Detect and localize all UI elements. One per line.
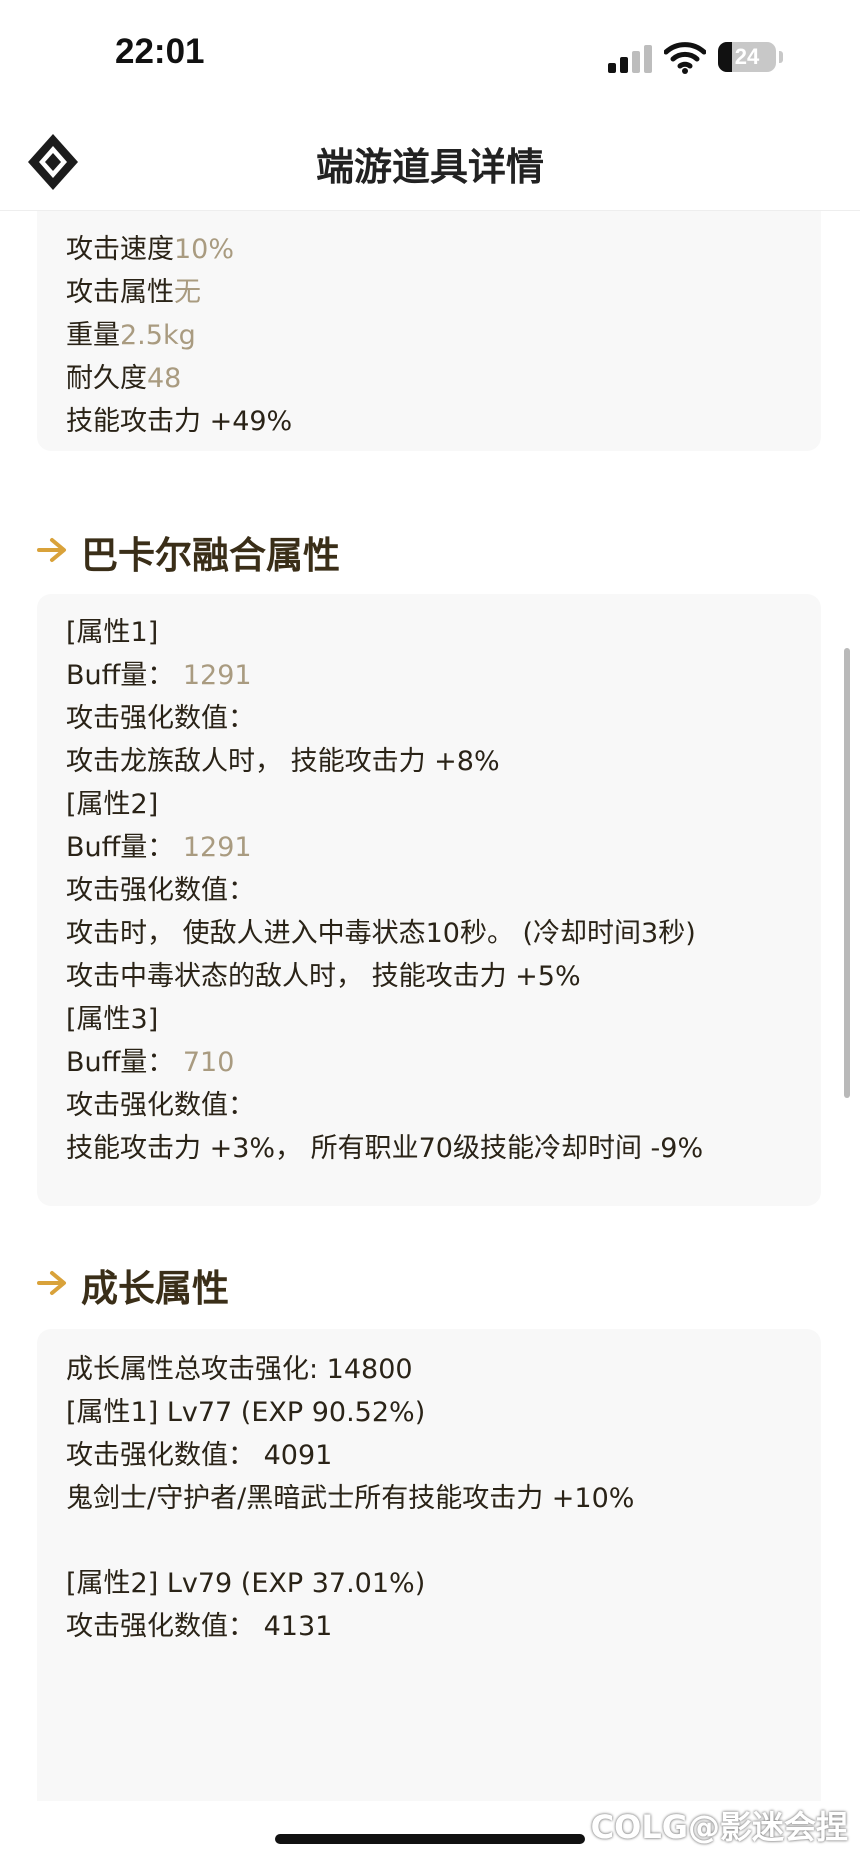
arrow-right-icon xyxy=(37,538,66,562)
status-bar: 22:01 24 xyxy=(0,0,860,110)
item-detail-content[interactable]: 攻击速度10% 攻击属性无 重量2.5kg 耐久度48 技能攻击力 +49% 巴… xyxy=(0,211,860,1801)
battery-tip xyxy=(779,51,783,63)
growth-line: [属性2] Lv79 (EXP 37.01%) xyxy=(66,1568,426,1599)
stat-row: 攻击速度10% xyxy=(66,234,235,265)
attr-line: 攻击中毒状态的敌人时， 技能攻击力 +5% xyxy=(66,961,581,992)
stat-row: 技能攻击力 +49% xyxy=(66,406,293,437)
status-time: 22:01 xyxy=(115,32,205,71)
growth-line: [属性1] Lv77 (EXP 90.52%) xyxy=(66,1397,426,1428)
growth-line: 攻击强化数值： 4131 xyxy=(66,1611,333,1642)
stat-row: 耐久度48 xyxy=(66,363,182,394)
attr-line: Buff量： 710 xyxy=(66,1047,235,1078)
growth-section-title: 成长属性 xyxy=(81,1267,229,1310)
stat-row: 重量2.5kg xyxy=(66,320,196,351)
bakal-attributes-card: [属性1] Buff量： 1291 攻击强化数值： 攻击龙族敌人时， 技能攻击力… xyxy=(37,594,821,1206)
stat-row: 攻击属性无 xyxy=(66,277,201,308)
scrollbar[interactable] xyxy=(844,648,850,1098)
attr-line: 攻击强化数值： xyxy=(66,703,255,734)
home-indicator[interactable] xyxy=(275,1834,585,1844)
signal-icon xyxy=(608,45,652,73)
attr-line: 攻击时， 使敌人进入中毒状态10秒。 (冷却时间3秒) xyxy=(66,918,696,949)
attr-line: [属性3] xyxy=(66,1004,159,1035)
battery-level-text: 24 xyxy=(734,44,760,69)
growth-line: 鬼剑士/守护者/黑暗武士所有技能攻击力 +10% xyxy=(66,1483,635,1514)
bakal-section-title: 巴卡尔融合属性 xyxy=(81,534,340,577)
attr-line: [属性1] xyxy=(66,617,159,648)
wifi-icon xyxy=(664,42,706,74)
attr-line: 攻击强化数值： xyxy=(66,1090,255,1121)
battery-icon: 24 xyxy=(718,42,776,72)
attr-line: 技能攻击力 +3%， 所有职业70级技能冷却时间 -9% xyxy=(66,1133,704,1164)
attr-line: 攻击强化数值： xyxy=(66,875,255,906)
watermark: COLG@影迷会捏 xyxy=(590,1808,848,1846)
growth-attributes-card: 成长属性总攻击强化: 14800 [属性1] Lv77 (EXP 90.52%)… xyxy=(37,1329,821,1801)
nav-bar: 端游道具详情 xyxy=(0,110,860,211)
arrow-right-icon xyxy=(37,1271,66,1295)
page-title: 端游道具详情 xyxy=(315,145,544,189)
growth-line: 攻击强化数值： 4091 xyxy=(66,1440,333,1471)
attr-line: Buff量： 1291 xyxy=(66,832,252,863)
attr-line: 攻击龙族敌人时， 技能攻击力 +8% xyxy=(66,746,500,777)
base-stats-card: 攻击速度10% 攻击属性无 重量2.5kg 耐久度48 技能攻击力 +49% xyxy=(37,211,821,451)
growth-line: 成长属性总攻击强化: 14800 xyxy=(66,1354,413,1385)
attr-line: [属性2] xyxy=(66,789,159,820)
attr-line: Buff量： 1291 xyxy=(66,660,252,691)
